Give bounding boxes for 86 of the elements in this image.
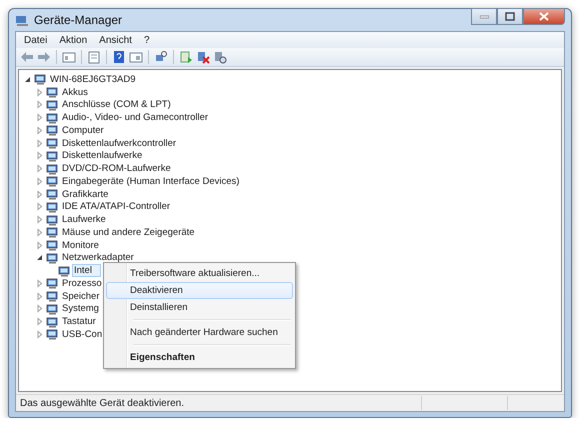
device-icon — [46, 124, 59, 136]
device-icon — [46, 200, 59, 213]
context-menu-item[interactable]: Deinstallieren — [106, 299, 293, 316]
back-arrow-icon[interactable] — [20, 50, 34, 64]
expand-arrow-icon[interactable] — [35, 278, 44, 288]
expand-arrow-icon[interactable] — [35, 151, 44, 160]
device-icon — [46, 252, 59, 264]
expand-arrow-icon[interactable] — [35, 317, 44, 326]
device-icon — [46, 277, 59, 290]
tree-item[interactable]: Mäuse und andere Zeigegeräte — [60, 226, 197, 239]
tree-item[interactable]: Akkus — [60, 86, 90, 99]
uninstall-icon[interactable] — [196, 50, 210, 64]
expand-arrow-icon[interactable] — [35, 176, 44, 186]
device-icon — [46, 239, 59, 252]
device-icon — [46, 290, 59, 302]
context-menu-item[interactable]: Treibersoftware aktualisieren... — [106, 265, 293, 282]
device-icon — [46, 328, 59, 340]
menu-item[interactable]: Datei — [18, 34, 54, 46]
tree-item[interactable]: DVD/CD-ROM-Laufwerke — [60, 162, 173, 176]
tree-item[interactable]: Intel — [72, 264, 101, 278]
close-button[interactable] — [523, 8, 565, 25]
device-icon — [58, 264, 71, 277]
tree-item[interactable]: Tastatur — [60, 315, 98, 328]
tree-item[interactable]: Diskettenlaufwerke — [60, 149, 144, 162]
device-icon — [46, 150, 59, 162]
tree-item[interactable]: Netzwerkadapter — [60, 251, 136, 264]
help-icon[interactable] — [112, 50, 126, 64]
maximize-button[interactable] — [497, 8, 523, 25]
expand-arrow-icon[interactable] — [35, 164, 44, 174]
expand-arrow-icon[interactable] — [35, 304, 44, 314]
expand-arrow-icon[interactable] — [35, 292, 44, 301]
expand-arrow-icon[interactable] — [35, 138, 44, 148]
device-icon — [46, 175, 59, 188]
device-icon — [46, 112, 59, 124]
collapse-arrow-icon[interactable] — [35, 253, 44, 262]
properties-icon[interactable] — [129, 50, 143, 64]
device-icon — [46, 137, 59, 150]
computer-icon[interactable] — [15, 13, 29, 27]
document-icon[interactable] — [87, 50, 101, 64]
tree-item[interactable]: Prozesso — [60, 276, 104, 290]
menu-item[interactable]: Ansicht — [93, 34, 138, 46]
tree-item[interactable]: IDE ATA/ATAPI-Controller — [60, 200, 172, 214]
tree-item[interactable]: Grafikkarte — [60, 188, 110, 201]
device-icon — [46, 188, 59, 200]
device-icon — [46, 98, 59, 111]
expand-arrow-icon[interactable] — [35, 190, 44, 199]
panel-icon[interactable] — [62, 50, 76, 64]
collapse-arrow-icon[interactable] — [23, 74, 32, 84]
expand-arrow-icon[interactable] — [35, 240, 44, 250]
expand-arrow-icon[interactable] — [35, 215, 44, 224]
status-text: Das ausgewählte Gerät deaktivieren. — [19, 398, 185, 408]
tree-item[interactable]: Audio-, Video- und Gamecontroller — [60, 111, 210, 124]
computer-icon — [34, 73, 47, 86]
expand-arrow-icon[interactable] — [35, 330, 44, 339]
tree-item[interactable]: Laufwerke — [60, 213, 108, 226]
tree-item[interactable]: Anschlüsse (COM & LPT) — [60, 98, 173, 112]
context-menu-item[interactable]: Nach geänderter Hardware suchen — [106, 324, 293, 341]
menu-item[interactable]: ? — [138, 34, 156, 46]
tree-item[interactable]: Computer — [60, 124, 106, 137]
maximize-icon — [505, 12, 515, 21]
forward-arrow-icon[interactable] — [37, 50, 51, 64]
tree-item[interactable]: USB-Con — [60, 328, 104, 341]
minimize-icon — [480, 14, 488, 18]
menu-item[interactable]: Aktion — [53, 34, 94, 46]
device-icon — [46, 86, 59, 98]
window-title: Geräte-Manager — [34, 13, 122, 27]
context-menu-item[interactable]: Eigenschaften — [106, 349, 293, 366]
tree-item[interactable]: Diskettenlaufwerkcontroller — [60, 136, 178, 150]
device-icon — [46, 226, 59, 238]
tree-item[interactable]: Monitore — [60, 238, 101, 252]
expand-arrow-icon[interactable] — [35, 202, 44, 212]
tree-item[interactable]: Systemg — [60, 302, 101, 316]
tree-item[interactable]: Eingabegeräte (Human Interface Devices) — [60, 174, 242, 188]
device-icon — [46, 316, 59, 328]
expand-arrow-icon[interactable] — [35, 113, 44, 122]
expand-arrow-icon[interactable] — [35, 126, 44, 135]
close-icon — [539, 12, 549, 21]
context-menu-item[interactable]: Deaktivieren — [106, 282, 293, 299]
device-icon — [46, 214, 59, 226]
device-icon — [46, 162, 59, 175]
tree-item[interactable]: WIN-68EJ6GT3AD9 — [48, 72, 138, 86]
expand-arrow-icon[interactable] — [35, 228, 44, 237]
tree-item[interactable]: Speicher — [60, 290, 102, 303]
device-icon — [46, 302, 59, 315]
expand-arrow-icon[interactable] — [35, 100, 44, 110]
expand-arrow-icon[interactable] — [35, 88, 44, 97]
